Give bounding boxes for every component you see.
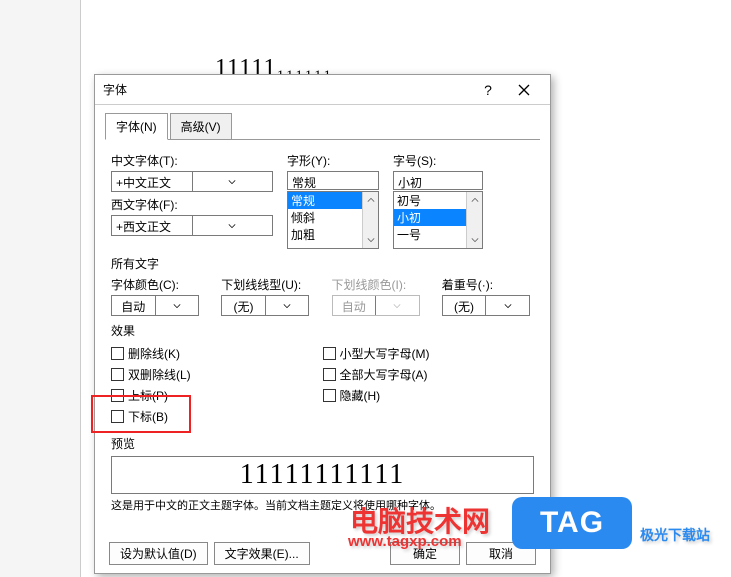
label-preview: 预览 [111,435,534,452]
chk-superscript[interactable]: 上标(P) [111,385,323,406]
scroll-down-icon [467,232,482,248]
titlebar: 字体 ? [95,75,550,105]
checkbox-icon [111,389,124,402]
label-style: 字形(Y): [287,152,379,169]
checkbox-icon [323,347,336,360]
close-button[interactable] [506,78,542,102]
label-west-font: 西文字体(F): [111,196,273,213]
chevron-down-icon [485,296,529,315]
scrollbar[interactable] [466,192,482,248]
chk-allcaps[interactable]: 全部大写字母(A) [323,364,535,385]
chk-subscript[interactable]: 下标(B) [111,406,323,427]
chevron-down-icon [192,216,273,235]
chevron-down-icon [265,296,309,315]
label-cn-font: 中文字体(T): [111,152,273,169]
close-icon [518,84,530,96]
label-underline-color: 下划线颜色(I): [332,276,424,293]
checkbox-icon [111,410,124,423]
scrollbar[interactable] [362,192,378,248]
style-value: 常规 [288,172,378,189]
underline-combo[interactable]: (无) [221,295,309,316]
style-input[interactable]: 常规 [287,171,379,190]
tab-advanced[interactable]: 高级(V) [170,113,232,139]
tag-text: TAG [540,506,604,540]
help-button[interactable]: ? [470,78,506,102]
font-color-combo[interactable]: 自动 [111,295,199,316]
chk-dstrike[interactable]: 双删除线(L) [111,364,323,385]
size-value: 小初 [394,172,482,189]
dialog-title: 字体 [103,81,470,98]
font-color-value: 自动 [112,296,155,315]
scroll-up-icon [363,192,378,208]
emphasis-combo[interactable]: (无) [442,295,530,316]
label-font-color: 字体颜色(C): [111,276,203,293]
font-dialog: 字体 ? 字体(N) 高级(V) 中文字体(T): +中文正文 西文字体(F):… [94,74,551,574]
label-size: 字号(S): [393,152,483,169]
west-font-combo[interactable]: +西文正文 [111,215,273,236]
text-effects-button[interactable]: 文字效果(E)... [214,542,310,565]
size-input[interactable]: 小初 [393,171,483,190]
emphasis-value: (无) [443,296,486,315]
label-underline: 下划线线型(U): [221,276,313,293]
chevron-down-icon [375,296,419,315]
chk-hidden[interactable]: 隐藏(H) [323,385,535,406]
chevron-down-icon [155,296,199,315]
underline-color-combo: 自动 [332,295,420,316]
tab-font[interactable]: 字体(N) [105,113,168,140]
tab-strip: 字体(N) 高级(V) [105,113,540,140]
chevron-down-icon [192,172,273,191]
chk-smallcaps[interactable]: 小型大写字母(M) [323,343,535,364]
label-effects: 效果 [111,322,534,339]
checkbox-icon [323,389,336,402]
checkbox-icon [111,347,124,360]
chk-strike[interactable]: 删除线(K) [111,343,323,364]
scroll-down-icon [363,232,378,248]
tag-badge: TAG [512,497,632,549]
default-button[interactable]: 设为默认值(D) [109,542,208,565]
label-all-text: 所有文字 [111,255,534,272]
scroll-up-icon [467,192,482,208]
preview-box: 11111111111 [111,456,534,494]
underline-value: (无) [222,296,265,315]
button-bar: 设为默认值(D) 文字效果(E)... 确定 取消 [95,542,550,565]
label-emphasis: 着重号(·): [442,276,534,293]
size-listbox[interactable]: 初号 小初 一号 [393,191,483,249]
style-listbox[interactable]: 常规 倾斜 加粗 [287,191,379,249]
checkbox-icon [111,368,124,381]
cn-font-value: +中文正文 [112,172,192,191]
underline-color-value: 自动 [333,296,376,315]
watermark-text-2: 极光下载站 [640,525,710,545]
cn-font-combo[interactable]: +中文正文 [111,171,273,192]
checkbox-icon [323,368,336,381]
west-font-value: +西文正文 [112,216,192,235]
watermark-url: www.tagxp.com [348,533,462,550]
